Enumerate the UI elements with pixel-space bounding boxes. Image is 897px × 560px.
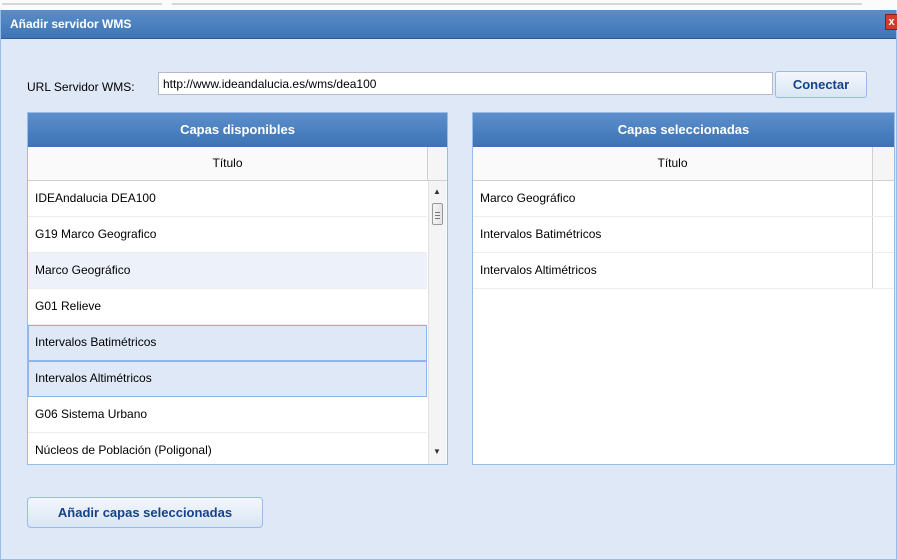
layer-row[interactable]: Intervalos Batimétricos: [28, 325, 427, 361]
layer-title: Marco Geográfico: [480, 191, 576, 205]
wms-dialog: Añadir servidor WMS x URL Servidor WMS: …: [0, 10, 897, 560]
url-label: URL Servidor WMS:: [27, 80, 135, 94]
layer-row[interactable]: Marco Geográfico: [473, 181, 894, 217]
connect-button[interactable]: Conectar: [775, 71, 867, 98]
layer-title: Intervalos Batimétricos: [35, 335, 157, 349]
scroll-up-icon[interactable]: ▲: [433, 187, 441, 196]
available-layers-grid: Capas disponibles Título IDEAndalucia DE…: [27, 112, 448, 465]
layer-row[interactable]: G01 Relieve: [28, 289, 427, 325]
row-spacer-cell: [872, 217, 873, 252]
layer-row[interactable]: G19 Marco Geografico: [28, 217, 427, 253]
available-scrollbar[interactable]: ▲ ▼: [428, 181, 446, 464]
selected-rows: Marco Geográfico Intervalos Batimétricos I…: [473, 181, 894, 464]
layer-row[interactable]: Intervalos Altimétricos: [28, 361, 427, 397]
layer-title: Intervalos Altimétricos: [35, 371, 152, 385]
url-input[interactable]: [158, 72, 773, 95]
layer-title: G01 Relieve: [35, 299, 102, 313]
layer-row[interactable]: Intervalos Batimétricos: [473, 217, 894, 253]
layer-title: Marco Geográfico: [35, 263, 131, 277]
layer-title: G06 Sistema Urbano: [35, 407, 148, 421]
available-layers-header: Capas disponibles: [28, 113, 447, 147]
layer-title: IDEAndalucia DEA100: [35, 191, 156, 205]
layer-title: G19 Marco Geografico: [35, 227, 157, 241]
top-strip: [0, 0, 897, 10]
dialog-titlebar[interactable]: Añadir servidor WMS x: [1, 10, 897, 39]
layer-title: Intervalos Altimétricos: [480, 263, 597, 277]
column-spacer: [427, 147, 447, 180]
layer-row[interactable]: Marco Geográfico: [28, 253, 427, 289]
layer-row[interactable]: Núcleos de Población (Poligonal): [28, 433, 427, 464]
layer-row[interactable]: IDEAndalucia DEA100: [28, 181, 427, 217]
close-icon[interactable]: x: [885, 14, 897, 30]
column-title[interactable]: Título: [473, 147, 872, 180]
row-spacer-cell: [872, 181, 873, 216]
selected-column-header: Título: [473, 147, 894, 181]
selected-layers-header: Capas seleccionadas: [473, 113, 894, 147]
layer-row[interactable]: G06 Sistema Urbano: [28, 397, 427, 433]
scroll-thumb[interactable]: [432, 203, 443, 225]
column-spacer: [872, 147, 894, 180]
layer-title: Intervalos Batimétricos: [480, 227, 602, 241]
layer-row[interactable]: Intervalos Altimétricos: [473, 253, 894, 289]
add-selected-layers-button[interactable]: Añadir capas seleccionadas: [27, 497, 263, 528]
available-rows: IDEAndalucia DEA100 G19 Marco Geografico M…: [28, 181, 427, 464]
available-column-header: Título: [28, 147, 447, 181]
column-title[interactable]: Título: [28, 147, 427, 180]
layer-title: Núcleos de Población (Poligonal): [35, 443, 212, 457]
top-strip-mark: [2, 3, 162, 5]
selected-layers-grid: Capas seleccionadas Título Marco Geográf…: [472, 112, 895, 465]
row-spacer-cell: [872, 253, 873, 288]
top-strip-mark: [172, 3, 862, 5]
scroll-down-icon[interactable]: ▼: [433, 447, 441, 456]
dialog-title: Añadir servidor WMS: [10, 17, 132, 31]
